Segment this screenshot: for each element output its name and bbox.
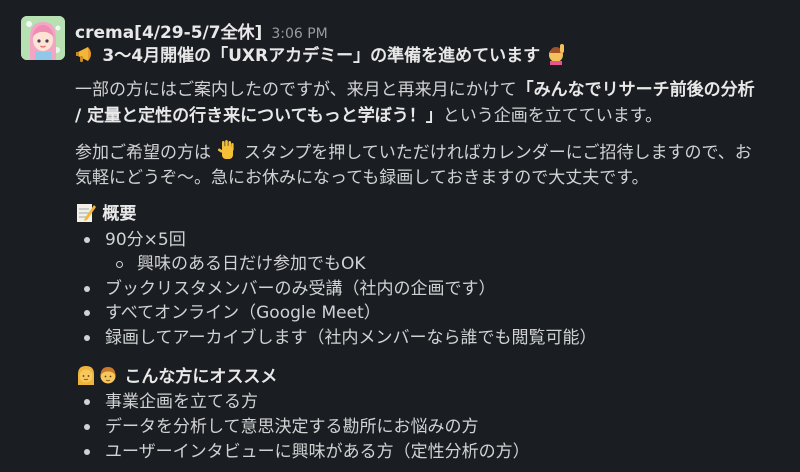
list-item: ブックリスタメンバーのみ受講（社内の企画です） — [105, 277, 496, 301]
overview-item-4: 録画してアーカイブします（社内メンバーなら誰でも閲覧可能） — [105, 328, 597, 348]
avatar[interactable] — [21, 16, 65, 60]
timestamp[interactable]: 3:06 PM — [271, 26, 327, 42]
username[interactable]: crema[4/29-5/7全休] — [75, 18, 262, 43]
list-item: すべてオンライン（Google Meet） — [105, 301, 381, 325]
signup-line-1: 参加ご希望の方は スタンプを押していただければカレンダーにご招待しますので、お — [75, 140, 752, 164]
intro-line-1: 一部の方にはご案内したのですが、来月と再来月にかけて「みんなでリサーチ前後の分析 — [75, 78, 755, 102]
recommend-item-3: ユーザーインタビューに興味がある方（定性分析の方） — [105, 442, 530, 462]
recommend-item-1: 事業企画を立てる方 — [105, 392, 258, 412]
bullet-dot — [84, 399, 90, 405]
intro-highlight-continued: / 定量と定性の行き来についてもっと学ぼう！」 — [75, 106, 443, 126]
bullet-dot — [84, 310, 90, 316]
avatar-illustration — [21, 16, 65, 60]
overview-item-2: ブックリスタメンバーのみ受講（社内の企画です） — [105, 279, 496, 299]
recommend-heading-text: こんな方にオススメ — [124, 367, 278, 387]
slack-message: crema[4/29-5/7全休] 3:06 PM 3〜4月開催の「UXRアカデ… — [0, 0, 800, 472]
message-title: 3〜4月開催の「UXRアカデミー」の準備を進めています — [75, 43, 567, 67]
intro-line-2: / 定量と定性の行き来についてもっと学ぼう！」という企画を立てています。 — [75, 104, 662, 128]
list-item: ユーザーインタビューに興味がある方（定性分析の方） — [105, 440, 530, 464]
overview-item-3: すべてオンライン（Google Meet） — [105, 303, 381, 323]
bullet-dot — [84, 335, 90, 341]
list-item: データを分析して意思決定する勘所にお悩みの方 — [105, 415, 479, 439]
signup-line-2: 気軽にどうぞ〜。急にお休みになっても録画しておきますので大丈夫です。 — [75, 166, 649, 190]
list-item: 事業企画を立てる方 — [105, 390, 258, 414]
bullet-circle — [116, 261, 123, 268]
message-header: crema[4/29-5/7全休] 3:06 PM — [75, 18, 328, 43]
bullet-dot — [84, 237, 90, 243]
recommend-item-2: データを分析して意思決定する勘所にお悩みの方 — [105, 417, 479, 437]
bullet-dot — [84, 424, 90, 430]
megaphone-icon — [76, 47, 91, 62]
signup-text-line2: 気軽にどうぞ〜。急にお休みになっても録画しておきますので大丈夫です。 — [75, 168, 649, 188]
man-icon — [100, 367, 116, 384]
signup-text: 参加ご希望の方は — [75, 143, 211, 163]
signup-text-suffix: スタンプを押していただければカレンダーにご招待しますので、お — [243, 143, 752, 163]
overview-heading: 概要 — [75, 201, 136, 225]
raised-hand-icon — [218, 140, 235, 159]
list-subitem: 興味のある日だけ参加でもOK — [137, 252, 366, 276]
recommend-heading: こんな方にオススメ — [75, 364, 277, 388]
list-item: 90分×5回 — [105, 228, 186, 252]
person-raising-hand-icon — [549, 44, 565, 65]
bullet-dot — [84, 449, 90, 455]
intro-text: 一部の方にはご案内したのですが、来月と再来月にかけて — [75, 80, 517, 100]
title-text: 3〜4月開催の「UXRアカデミー」の準備を進めています — [102, 46, 541, 66]
memo-icon — [77, 204, 96, 222]
intro-text-suffix: という企画を立てています。 — [442, 106, 663, 126]
woman-icon — [78, 366, 94, 385]
overview-subitem: 興味のある日だけ参加でもOK — [137, 254, 366, 274]
list-item: 録画してアーカイブします（社内メンバーなら誰でも閲覧可能） — [105, 326, 596, 350]
intro-highlight: 「みんなでリサーチ前後の分析 — [516, 80, 755, 100]
overview-heading-text: 概要 — [102, 204, 137, 224]
overview-item-1: 90分×5回 — [105, 230, 186, 250]
bullet-dot — [84, 286, 90, 292]
